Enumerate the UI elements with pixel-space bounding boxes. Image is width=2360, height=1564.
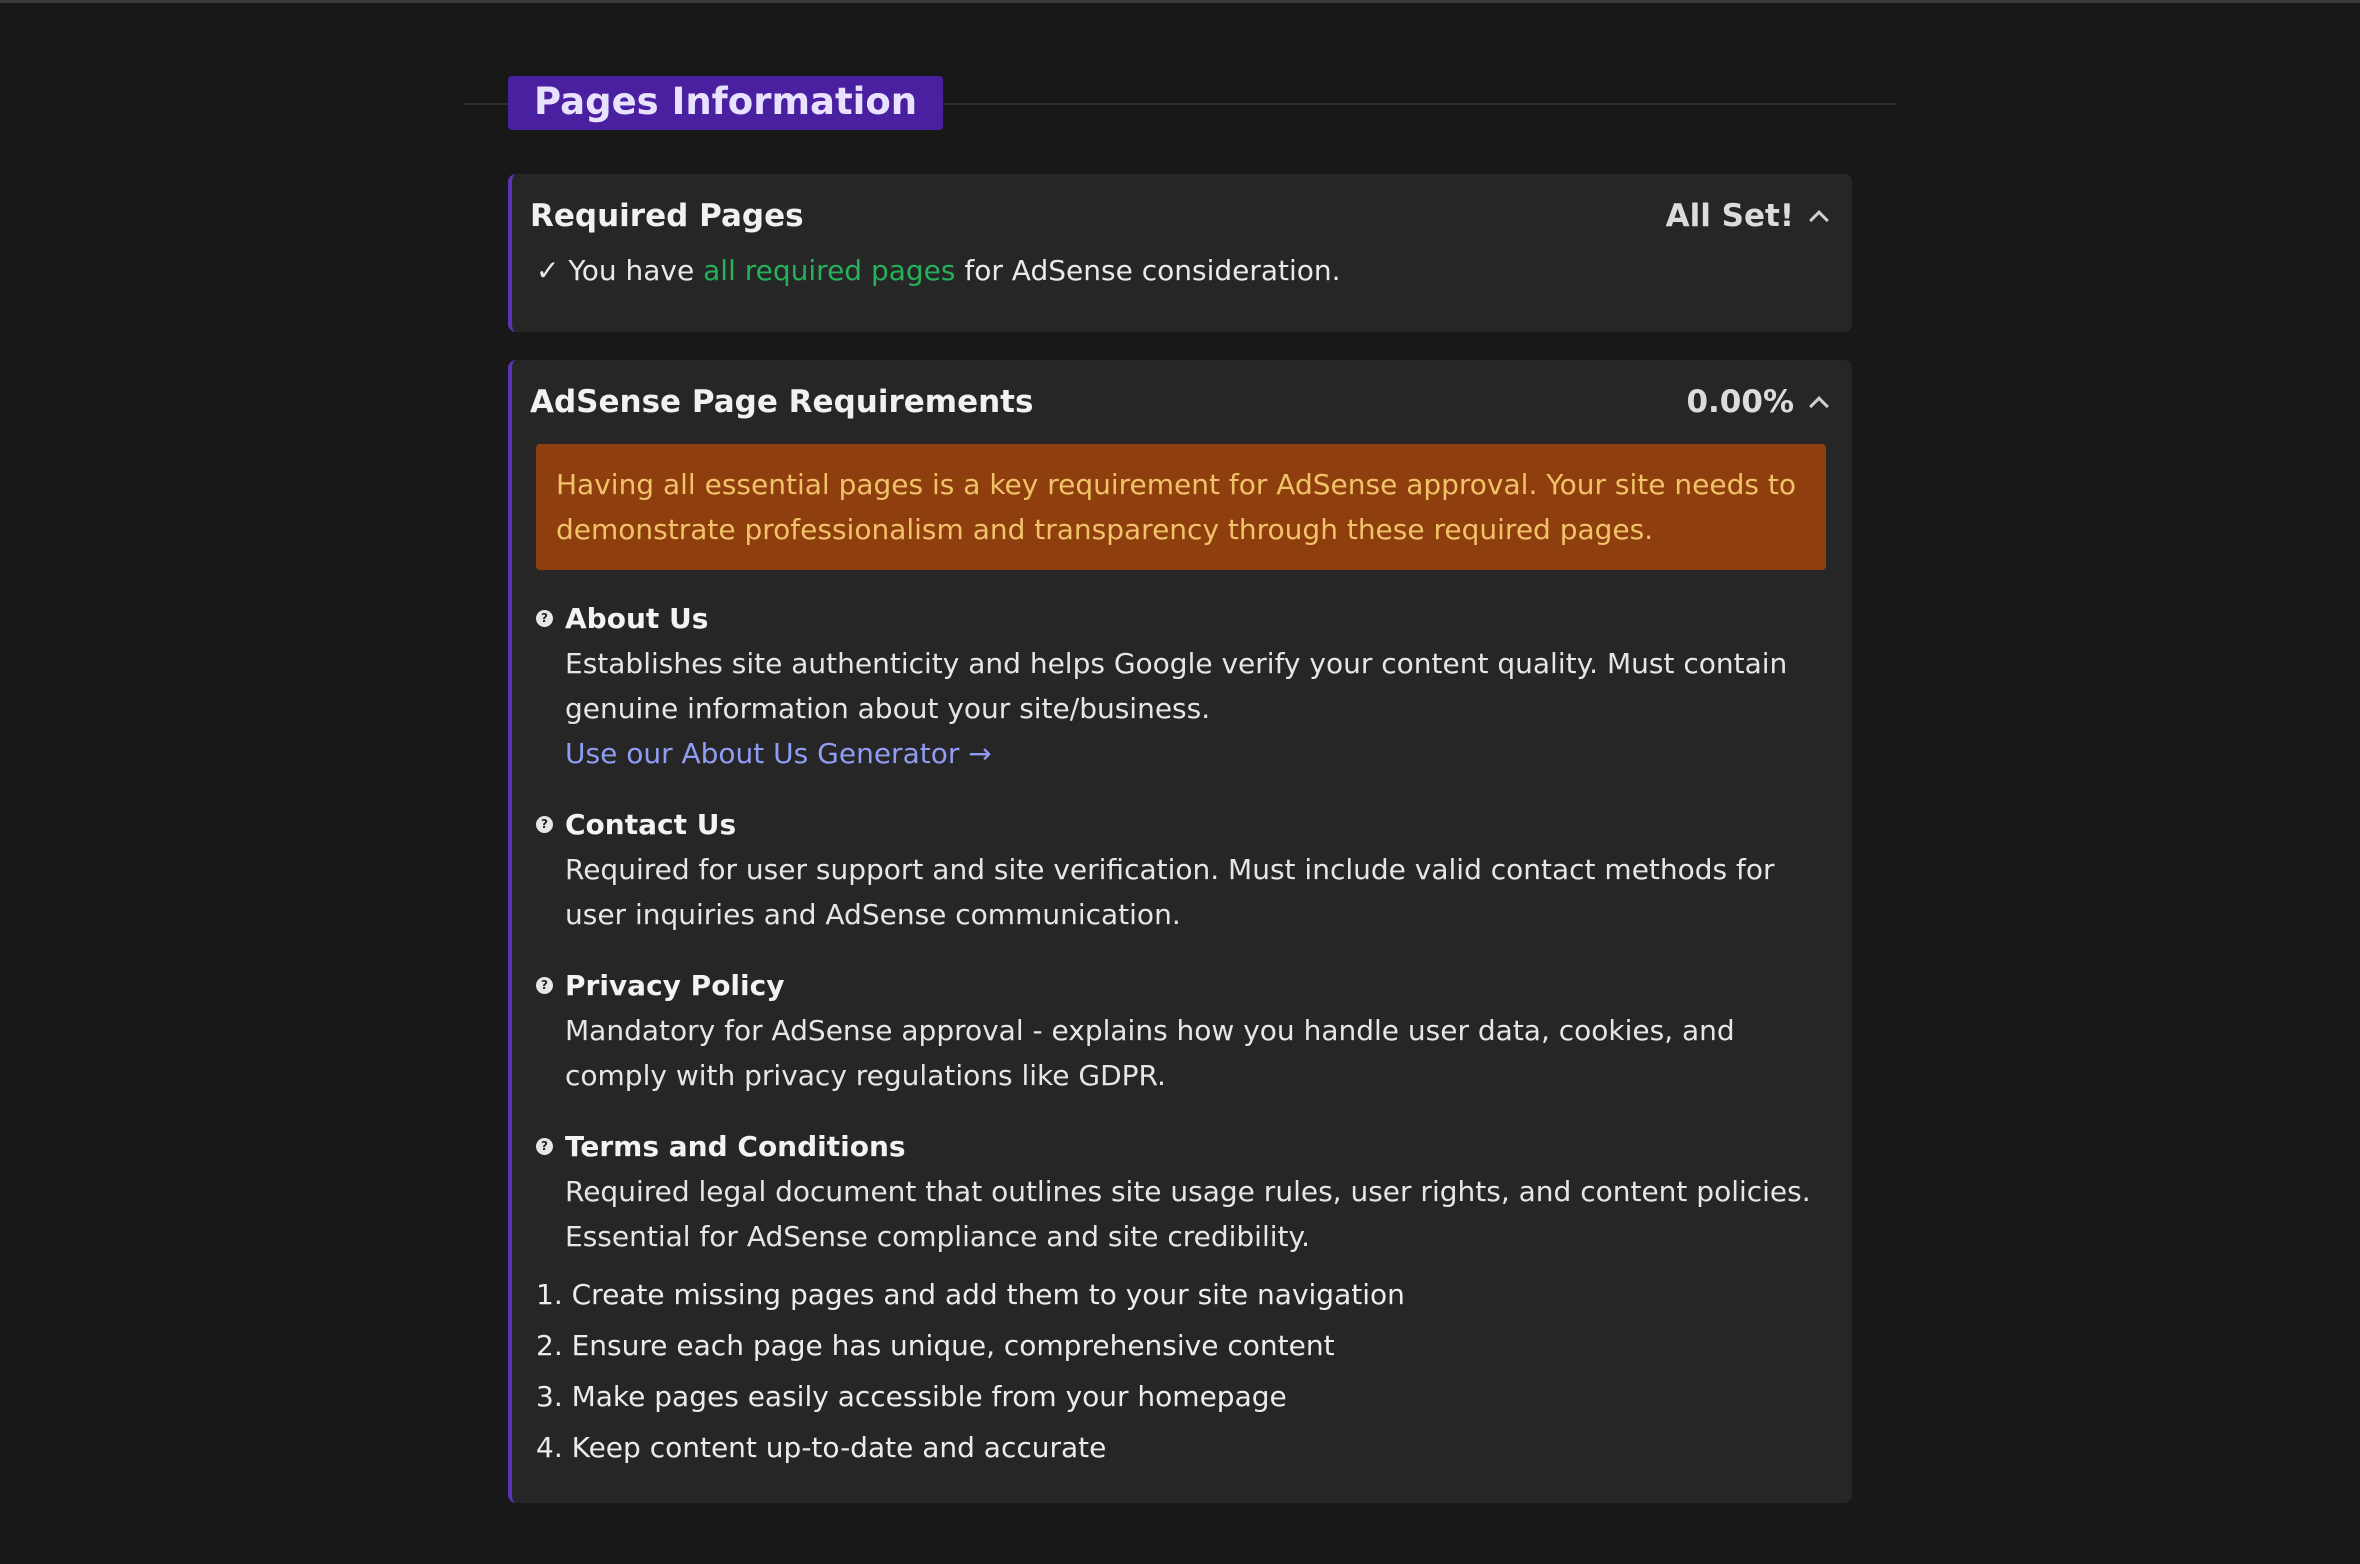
requirement-name: Privacy Policy bbox=[565, 969, 785, 1002]
about-us-generator-link[interactable]: Use our About Us Generator → bbox=[536, 731, 1852, 776]
required-pages-title: Required Pages bbox=[530, 198, 804, 234]
question-circle-icon: ? bbox=[536, 610, 553, 627]
requirement-terms: ? Terms and Conditions Required legal do… bbox=[530, 1130, 1852, 1259]
section-header: Pages Information bbox=[464, 76, 1896, 130]
chevron-up-icon[interactable] bbox=[1809, 396, 1829, 416]
requirement-contact-us: ? Contact Us Required for user support a… bbox=[530, 808, 1852, 937]
chevron-up-icon[interactable] bbox=[1809, 210, 1829, 230]
required-pages-message: ✓ You have all required pages for AdSens… bbox=[530, 254, 1852, 287]
adsense-requirements-card: AdSense Page Requirements 0.00% Having a… bbox=[508, 360, 1852, 1503]
section-title: Pages Information bbox=[508, 76, 944, 130]
requirement-title: ? Contact Us bbox=[536, 808, 1852, 841]
score-text: 0.00% bbox=[1686, 384, 1794, 420]
requirement-privacy-policy: ? Privacy Policy Mandatory for AdSense a… bbox=[530, 969, 1852, 1098]
pages-information-section: Pages Information Required Pages All Set… bbox=[464, 76, 1896, 1503]
warning-banner: Having all essential pages is a key requ… bbox=[536, 444, 1826, 570]
list-item: 3. Make pages easily accessible from you… bbox=[536, 1380, 1287, 1413]
action-steps-list: 1. Create missing pages and add them to … bbox=[530, 1269, 1852, 1473]
message-highlight: all required pages bbox=[703, 254, 956, 287]
requirement-description: Establishes site authenticity and helps … bbox=[565, 647, 1788, 725]
requirement-name: About Us bbox=[565, 602, 709, 635]
list-item: 1. Create missing pages and add them to … bbox=[536, 1278, 1405, 1311]
requirement-description: Required legal document that outlines si… bbox=[565, 1175, 1811, 1253]
question-circle-icon: ? bbox=[536, 1138, 553, 1155]
adsense-score: 0.00% bbox=[1686, 384, 1829, 420]
requirement-about-us: ? About Us Establishes site authenticity… bbox=[530, 602, 1852, 776]
required-pages-status: All Set! bbox=[1665, 198, 1829, 234]
top-border bbox=[0, 0, 2360, 3]
list-item: 2. Ensure each page has unique, comprehe… bbox=[536, 1329, 1335, 1362]
question-circle-icon: ? bbox=[536, 816, 553, 833]
requirement-description: Mandatory for AdSense approval - explain… bbox=[565, 1014, 1735, 1092]
status-text: All Set! bbox=[1665, 198, 1794, 234]
required-pages-header[interactable]: Required Pages All Set! bbox=[530, 174, 1852, 258]
requirement-title: ? About Us bbox=[536, 602, 1852, 635]
list-item: 4. Keep content up-to-date and accurate bbox=[536, 1431, 1107, 1464]
requirement-description: Required for user support and site verif… bbox=[565, 853, 1775, 931]
question-circle-icon: ? bbox=[536, 977, 553, 994]
adsense-requirements-header[interactable]: AdSense Page Requirements 0.00% bbox=[530, 360, 1852, 444]
message-suffix: for AdSense consideration. bbox=[964, 254, 1341, 287]
requirement-title: ? Privacy Policy bbox=[536, 969, 1852, 1002]
required-pages-card: Required Pages All Set! ✓ You have all r… bbox=[508, 174, 1852, 332]
adsense-requirements-title: AdSense Page Requirements bbox=[530, 384, 1034, 420]
requirement-title: ? Terms and Conditions bbox=[536, 1130, 1852, 1163]
requirement-name: Contact Us bbox=[565, 808, 737, 841]
requirement-name: Terms and Conditions bbox=[565, 1130, 906, 1163]
message-prefix: ✓ You have bbox=[536, 254, 695, 287]
